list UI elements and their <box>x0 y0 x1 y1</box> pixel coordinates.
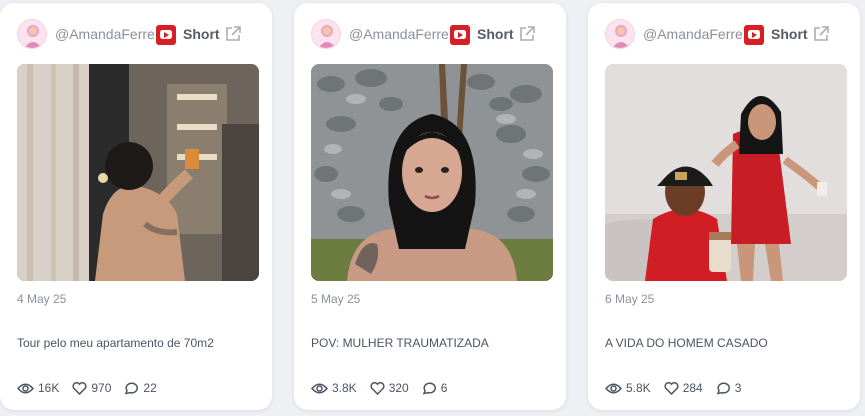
comments-stat: 3 <box>716 381 742 395</box>
post-stats: 16K 970 22 <box>17 379 170 397</box>
post-card: @AmandaFerre... Short 6 May 25 A VIDA DO… <box>588 3 860 410</box>
post-type-label: Short <box>183 26 220 42</box>
external-link-icon[interactable] <box>224 25 242 43</box>
comments-stat: 6 <box>422 381 448 395</box>
author-handle[interactable]: @AmandaFerre... <box>349 26 461 42</box>
comments-count: 6 <box>440 381 448 395</box>
post-date: 6 May 25 <box>605 292 655 306</box>
heart-icon <box>72 381 87 395</box>
post-card: @AmandaFerre... Short 5 May 25 POV: MULH… <box>294 3 566 410</box>
comments-count: 3 <box>734 381 742 395</box>
post-caption[interactable]: Tour pelo meu apartamento de 70m2 <box>17 336 214 350</box>
card-header: @AmandaFerre... Short <box>294 3 566 63</box>
youtube-icon <box>744 25 764 45</box>
comment-icon <box>125 381 139 395</box>
views-count: 5.8K <box>626 381 651 395</box>
comments-count: 22 <box>143 381 157 395</box>
post-caption[interactable]: POV: MULHER TRAUMATIZADA <box>311 336 489 350</box>
avatar[interactable] <box>605 19 635 49</box>
post-thumbnail[interactable] <box>17 64 259 281</box>
youtube-icon <box>156 25 176 45</box>
post-type-label: Short <box>477 26 514 42</box>
comments-stat: 22 <box>124 381 157 395</box>
post-caption[interactable]: A VIDA DO HOMEM CASADO <box>605 336 768 350</box>
likes-count: 320 <box>388 381 409 395</box>
eye-icon <box>605 383 622 393</box>
post-stats: 3.8K 320 6 <box>311 379 460 397</box>
card-header: @AmandaFerre... Short <box>588 3 860 63</box>
comment-icon <box>716 381 730 395</box>
external-link-icon[interactable] <box>812 25 830 43</box>
author-handle[interactable]: @AmandaFerre... <box>643 26 755 42</box>
post-type-label: Short <box>771 26 808 42</box>
eye-icon <box>311 383 328 393</box>
heart-icon <box>370 381 385 395</box>
views-count: 3.8K <box>332 381 357 395</box>
likes-count: 970 <box>91 381 112 395</box>
eye-icon <box>17 383 34 393</box>
author-handle[interactable]: @AmandaFerre... <box>55 26 167 42</box>
likes-count: 284 <box>682 381 703 395</box>
views-stat: 16K <box>17 381 59 395</box>
likes-stat: 320 <box>370 381 409 395</box>
post-thumbnail[interactable] <box>605 64 847 281</box>
likes-stat: 284 <box>664 381 703 395</box>
comment-icon <box>422 381 436 395</box>
post-stats: 5.8K 284 3 <box>605 379 754 397</box>
post-card: @AmandaFerre... Short 4 May 25 Tour pelo… <box>0 3 272 410</box>
post-thumbnail[interactable] <box>311 64 553 281</box>
avatar[interactable] <box>311 19 341 49</box>
card-header: @AmandaFerre... Short <box>0 3 272 63</box>
post-date: 4 May 25 <box>17 292 67 306</box>
external-link-icon[interactable] <box>518 25 536 43</box>
heart-icon <box>664 381 679 395</box>
avatar[interactable] <box>17 19 47 49</box>
views-count: 16K <box>38 381 60 395</box>
views-stat: 3.8K <box>311 381 357 395</box>
views-stat: 5.8K <box>605 381 651 395</box>
likes-stat: 970 <box>72 381 111 395</box>
youtube-icon <box>450 25 470 45</box>
post-date: 5 May 25 <box>311 292 361 306</box>
